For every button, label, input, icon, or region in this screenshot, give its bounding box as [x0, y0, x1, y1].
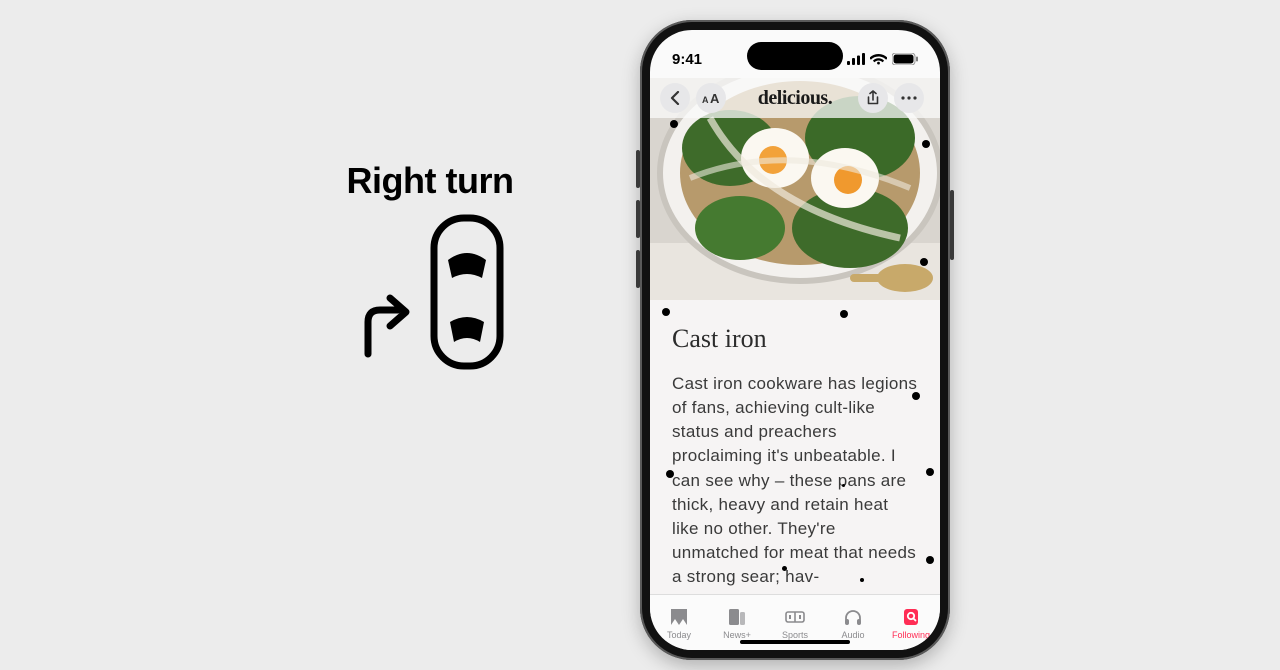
- motion-cue-annotation: Right turn: [330, 160, 530, 377]
- following-icon: [900, 606, 922, 628]
- tab-label: News+: [723, 630, 751, 640]
- publication-title: delicious.: [732, 87, 858, 110]
- svg-text:A: A: [710, 91, 720, 105]
- motion-cue-dot: [860, 578, 864, 582]
- motion-cue-dot: [782, 566, 787, 571]
- car-top-view-icon: [422, 212, 512, 372]
- article-body-container[interactable]: Cast iron Cast iron cookware has legions…: [650, 300, 940, 594]
- tab-label: Sports: [782, 630, 808, 640]
- tab-following[interactable]: Following: [882, 595, 940, 650]
- motion-cue-dot: [920, 258, 928, 266]
- tab-today[interactable]: Today: [650, 595, 708, 650]
- home-indicator[interactable]: [740, 640, 850, 644]
- newsplus-icon: [726, 606, 748, 628]
- motion-cue-dot: [670, 120, 678, 128]
- article-section-heading: Cast iron: [672, 324, 918, 354]
- wifi-icon: [870, 53, 887, 65]
- sports-icon: [784, 606, 806, 628]
- motion-cue-dot: [842, 484, 845, 487]
- chevron-left-icon: [670, 91, 680, 105]
- status-time: 9:41: [672, 51, 702, 68]
- right-turn-arrow-icon: [348, 292, 418, 362]
- cellular-signal-icon: [847, 53, 865, 65]
- text-size-icon: AA: [702, 91, 720, 105]
- phone-screen: 9:41 AA delicious.: [650, 30, 940, 650]
- motion-cue-dot: [926, 556, 934, 564]
- article-paragraph: Cast iron cookware has legions of fans, …: [672, 372, 918, 589]
- headphones-icon: [842, 606, 864, 628]
- annotation-title: Right turn: [330, 160, 530, 202]
- motion-cue-dot: [926, 468, 934, 476]
- back-button[interactable]: [660, 83, 690, 113]
- motion-cue-dot: [840, 310, 848, 318]
- motion-cue-dot: [922, 140, 930, 148]
- tab-label: Audio: [841, 630, 864, 640]
- tab-label: Today: [667, 630, 691, 640]
- article-nav-bar: AA delicious.: [650, 78, 940, 118]
- dynamic-island: [747, 42, 843, 70]
- ellipsis-icon: [901, 96, 917, 100]
- text-size-button[interactable]: AA: [696, 83, 726, 113]
- motion-cue-dot: [666, 470, 674, 478]
- share-icon: [866, 90, 880, 106]
- more-button[interactable]: [894, 83, 924, 113]
- svg-text:A: A: [702, 95, 709, 105]
- news-icon: [668, 606, 690, 628]
- motion-cue-dot: [662, 308, 670, 316]
- battery-icon: [892, 53, 918, 65]
- motion-cue-dot: [912, 392, 920, 400]
- iphone-mockup: 9:41 AA delicious.: [640, 20, 950, 660]
- tab-label: Following: [892, 630, 930, 640]
- share-button[interactable]: [858, 83, 888, 113]
